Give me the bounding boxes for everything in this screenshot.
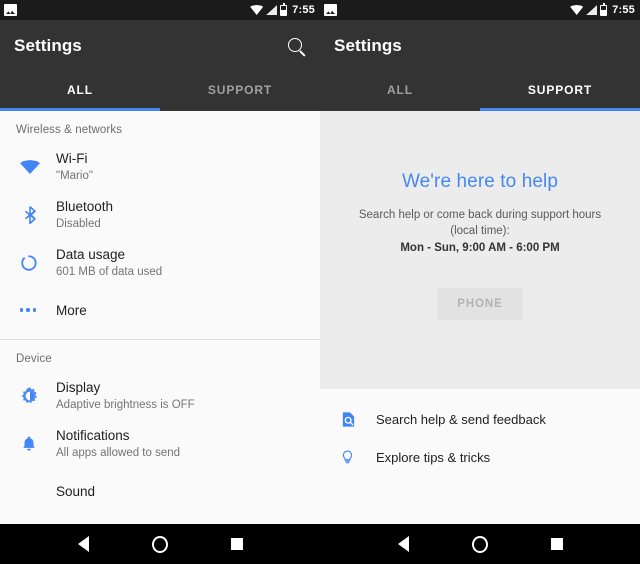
phone-button[interactable]: PHONE — [437, 288, 523, 320]
app-bar: Settings — [320, 20, 640, 72]
support-hours: Mon - Sun, 9:00 AM - 6:00 PM — [400, 242, 560, 254]
list-item-title: Display — [56, 380, 101, 395]
app-bar: Settings — [0, 20, 320, 72]
wifi-icon — [16, 160, 56, 174]
support-subtitle: Search help or come back during support … — [358, 209, 602, 237]
tab-support[interactable]: SUPPORT — [160, 72, 320, 108]
recents-icon[interactable] — [550, 538, 563, 550]
more-icon — [16, 308, 56, 312]
support-panel: We're here to help Search help or come b… — [320, 111, 640, 524]
list-item-sound[interactable]: Sound — [0, 468, 320, 514]
home-icon[interactable] — [471, 535, 488, 553]
list-item-subtitle: All apps allowed to send — [56, 447, 181, 459]
brightness-icon — [16, 386, 56, 406]
back-icon[interactable] — [397, 536, 409, 552]
list-item-label: Explore tips & tricks — [376, 449, 491, 465]
tab-bar: ALL SUPPORT — [320, 72, 640, 108]
list-item-more[interactable]: More — [0, 287, 320, 333]
list-item-title: Bluetooth — [56, 199, 114, 214]
status-bar: 7:55 — [0, 0, 320, 20]
cellular-signal-icon — [586, 5, 598, 15]
page-title: Settings — [334, 36, 402, 55]
cellular-signal-icon — [266, 5, 278, 15]
bell-icon — [16, 434, 56, 454]
search-icon[interactable] — [287, 37, 306, 56]
list-item-title: More — [56, 302, 87, 318]
list-item-data-usage[interactable]: Data usage 601 MB of data used — [0, 239, 320, 287]
screenshot-icon — [4, 4, 17, 16]
battery-icon — [600, 2, 608, 16]
list-item-title: Data usage — [56, 247, 126, 262]
tab-bar: ALL SUPPORT — [0, 72, 320, 108]
battery-icon — [280, 2, 288, 16]
list-item-label: Search help & send feedback — [376, 412, 546, 427]
left-phone-screen: 7:55 Settings ALL SUPPORT Wireless & net… — [0, 0, 320, 564]
wifi-icon — [250, 5, 264, 15]
tab-support[interactable]: SUPPORT — [480, 72, 640, 108]
bluetooth-icon — [16, 205, 56, 225]
section-header-device: Device — [16, 353, 52, 365]
back-icon[interactable] — [77, 536, 89, 552]
status-bar-clock: 7:55 — [612, 4, 635, 16]
list-item-wifi[interactable]: Wi-Fi "Mario" — [0, 143, 320, 191]
list-item-explore-tips[interactable]: Explore tips & tricks — [320, 438, 640, 476]
section-header-wireless: Wireless & networks — [16, 124, 123, 136]
lightbulb-icon — [336, 447, 376, 467]
list-item-title: Sound — [56, 483, 96, 499]
list-item-title: Wi-Fi — [56, 151, 88, 166]
settings-list[interactable]: Wireless & networks Wi-Fi "Mario" Blueto… — [0, 111, 320, 524]
list-item-title: Notifications — [56, 428, 130, 443]
navigation-bar — [320, 524, 640, 564]
status-bar-clock: 7:55 — [292, 4, 315, 16]
support-links: Search help & send feedback Explore tips… — [320, 389, 640, 524]
list-item-notifications[interactable]: Notifications All apps allowed to send — [0, 420, 320, 468]
navigation-bar — [0, 524, 320, 564]
tab-all[interactable]: ALL — [320, 72, 480, 108]
recents-icon[interactable] — [230, 538, 243, 550]
list-item-display[interactable]: Display Adaptive brightness is OFF — [0, 372, 320, 420]
list-item-subtitle: "Mario" — [56, 170, 93, 182]
screenshot-icon — [324, 4, 337, 16]
tab-all[interactable]: ALL — [0, 72, 160, 108]
help-search-icon — [336, 410, 376, 429]
right-phone-screen: 7:55 Settings ALL SUPPORT We're here to … — [320, 0, 640, 564]
home-icon[interactable] — [151, 535, 168, 553]
support-hero: We're here to help Search help or come b… — [320, 111, 640, 389]
support-headline: We're here to help — [401, 171, 559, 192]
data-usage-icon — [16, 254, 56, 272]
list-item-search-help[interactable]: Search help & send feedback — [320, 401, 640, 438]
list-item-subtitle: 601 MB of data used — [56, 266, 163, 278]
list-item-subtitle: Disabled — [56, 218, 101, 230]
wifi-icon — [570, 5, 584, 15]
status-bar: 7:55 — [320, 0, 640, 20]
list-item-subtitle: Adaptive brightness is OFF — [56, 399, 195, 411]
page-title: Settings — [14, 36, 82, 55]
list-item-bluetooth[interactable]: Bluetooth Disabled — [0, 191, 320, 239]
dual-screenshot-comparison: 7:55 Settings ALL SUPPORT Wireless & net… — [0, 0, 640, 564]
